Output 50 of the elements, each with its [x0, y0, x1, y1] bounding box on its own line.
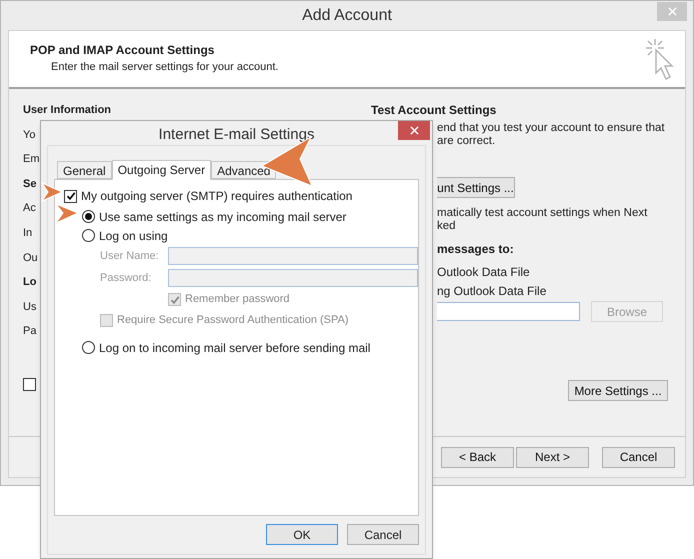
header-subtitle: Enter the mail server settings for your account. — [51, 60, 278, 75]
checkbox[interactable] — [23, 378, 36, 391]
radio-label: Use same settings as my incoming mail server — [99, 208, 346, 226]
dialog-button[interactable]: Cancel — [347, 524, 419, 545]
field-label: Yo — [23, 128, 36, 143]
cursor-click-icon — [643, 37, 677, 83]
radio-label: Log on using — [99, 228, 168, 244]
field-label: Em — [23, 152, 40, 168]
section-heading: Se — [23, 176, 36, 192]
section-heading: messages to: — [437, 241, 514, 258]
close-icon — [668, 7, 676, 16]
radio-button[interactable] — [82, 341, 95, 354]
tab[interactable]: Outgoing Server — [112, 160, 212, 180]
option-label: Outlook Data File — [437, 264, 530, 280]
test-settings-button[interactable]: unt Settings ... — [437, 177, 515, 198]
close-button[interactable] — [398, 121, 430, 140]
section-heading: User Information — [23, 103, 112, 118]
field-label: Ou — [23, 250, 38, 266]
footer-button[interactable]: Next > — [516, 446, 589, 468]
field-label: Ac — [23, 201, 36, 216]
description-text: are correct. — [437, 135, 496, 148]
field-label: User Name: — [100, 248, 160, 264]
checkbox-label: My outgoing server (SMTP) requires authentication — [81, 188, 352, 205]
field-label: In — [23, 226, 32, 242]
checkbox-label: Require Secure Password Authentication (SPA) — [117, 313, 349, 328]
dialog-button[interactable]: OK — [266, 524, 338, 545]
section-heading: Lo — [23, 275, 36, 290]
field-label: Pa — [23, 324, 36, 340]
checkbox-label: Remember password — [185, 292, 290, 308]
footer-button[interactable]: < Back — [441, 446, 514, 468]
description-text: end that you test your account to ensure that — [437, 122, 666, 135]
radio-button[interactable] — [82, 210, 95, 223]
header-title: POP and IMAP Account Settings — [30, 42, 216, 59]
checkbox[interactable] — [64, 190, 77, 202]
window-title: Add Account — [302, 6, 392, 26]
option-label: ked — [437, 220, 457, 233]
option-label: matically test account settings when Next — [437, 207, 648, 220]
field-label: Password: — [100, 270, 152, 286]
tab[interactable]: General — [57, 161, 112, 179]
footer-button[interactable]: Cancel — [602, 446, 675, 468]
close-icon — [410, 126, 418, 135]
dialog-title: Internet E-mail Settings — [158, 124, 314, 145]
radio-button[interactable] — [82, 229, 95, 242]
tab[interactable]: Advanced — [211, 161, 276, 179]
file-path-field[interactable] — [437, 302, 580, 321]
more-settings-button[interactable]: More Settings ... — [568, 380, 668, 401]
option-label: ng Outlook Data File — [437, 282, 546, 300]
field-label: Us — [23, 300, 36, 315]
section-heading: Test Account Settings — [371, 102, 496, 119]
radio-label: Log on to incoming mail server before sending mail — [99, 340, 370, 356]
